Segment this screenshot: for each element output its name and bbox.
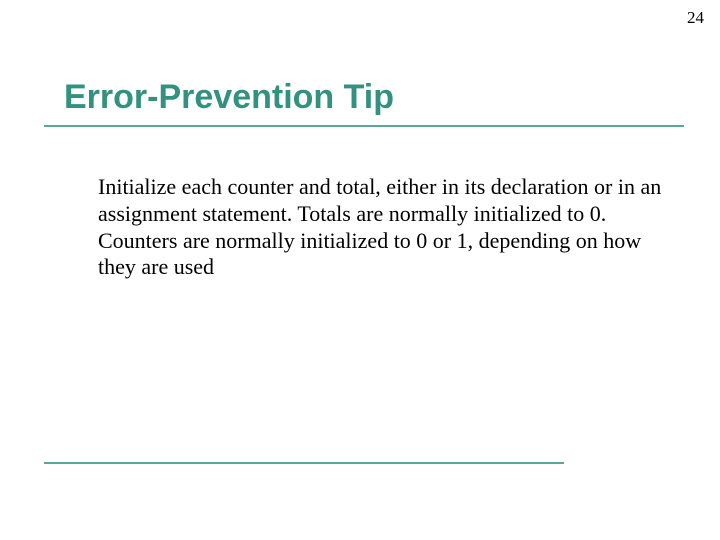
title-underline	[44, 125, 684, 127]
bottom-footer-line	[44, 462, 564, 464]
body-text: Initialize each counter and total, eithe…	[98, 174, 664, 281]
slide-title: Error-Prevention Tip	[64, 78, 394, 117]
page-number: 24	[687, 8, 704, 28]
